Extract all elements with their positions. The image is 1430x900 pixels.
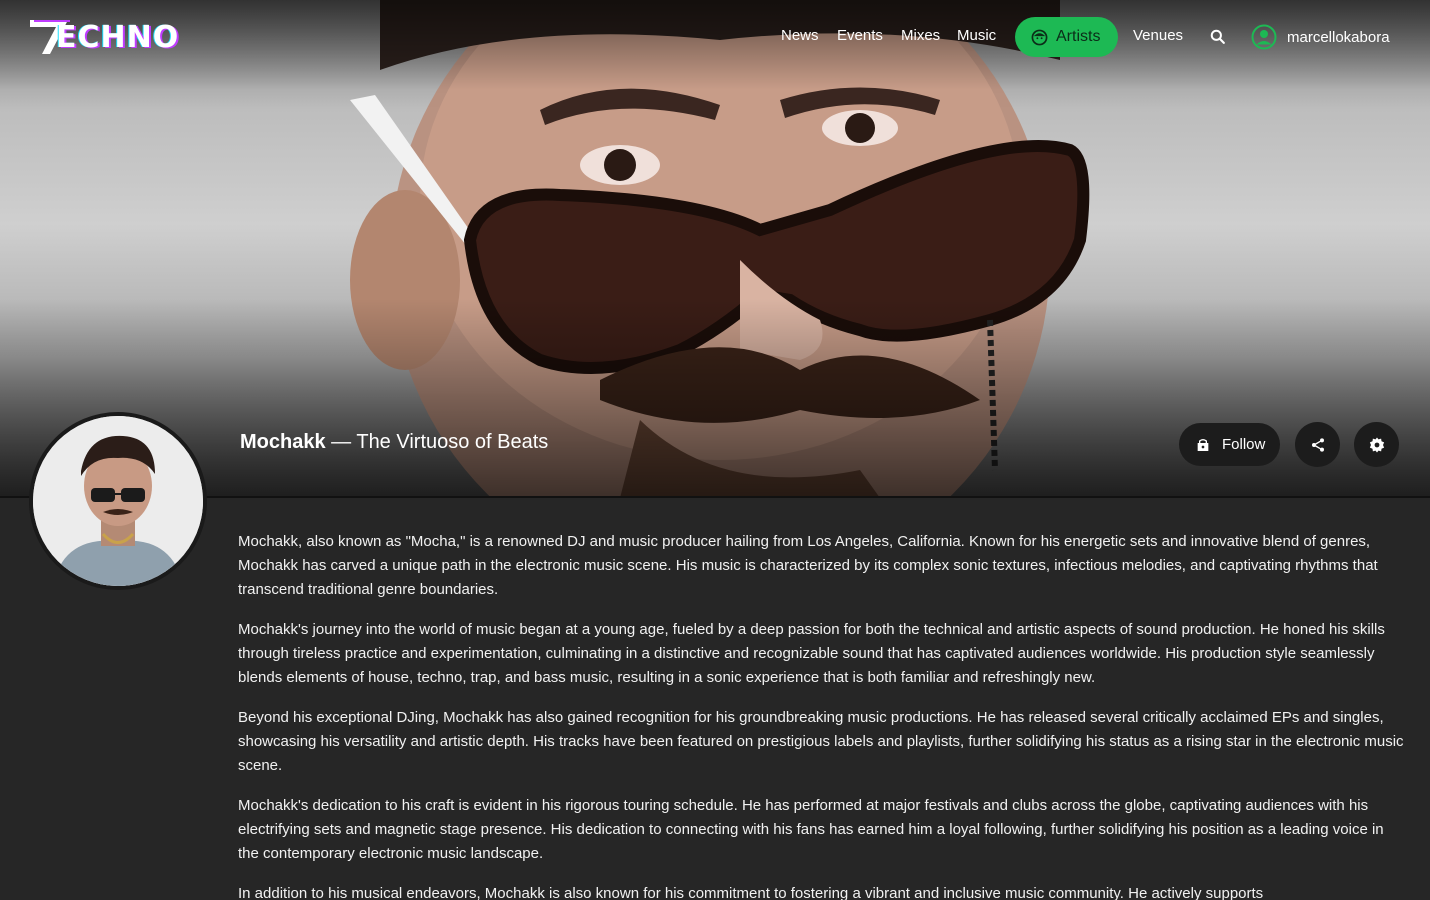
nav-mixes[interactable]: Mixes <box>901 27 940 44</box>
divider <box>0 496 1430 498</box>
user-menu[interactable]: marcellokabora <box>1251 23 1390 51</box>
face-icon <box>1031 29 1048 45</box>
search-icon <box>1210 29 1225 44</box>
bio-paragraph: Mochakk, also known as "Mocha," is a ren… <box>238 533 1378 598</box>
search-button[interactable] <box>1208 27 1228 47</box>
nav-music[interactable]: Music <box>957 27 996 44</box>
artist-avatar-photo <box>33 416 203 586</box>
artist-bio: Mochakk, also known as "Mocha," is a ren… <box>238 530 1408 900</box>
account-icon <box>1251 24 1277 50</box>
artist-tagline: — The Virtuoso of Beats <box>325 431 549 453</box>
bio-paragraph: Beyond his exceptional DJing, Mochakk ha… <box>238 709 1404 774</box>
follow-button[interactable]: Follow <box>1179 423 1280 466</box>
bio-paragraph: In addition to his musical endeavors, Mo… <box>238 885 1264 900</box>
artist-name: Mochakk <box>240 431 326 453</box>
nav-artists[interactable]: Artists <box>1015 17 1118 57</box>
share-icon <box>1311 437 1324 452</box>
artist-avatar <box>29 412 207 590</box>
nav-venues[interactable]: Venues <box>1133 27 1183 44</box>
share-button[interactable] <box>1295 422 1340 467</box>
artist-title: Mochakk — The Virtuoso of Beats <box>240 431 548 454</box>
follow-label: Follow <box>1222 436 1266 453</box>
bio-paragraph: Mochakk's dedication to his craft is evi… <box>238 797 1384 862</box>
nav-events[interactable]: Events <box>837 27 883 44</box>
username: marcellokabora <box>1287 28 1390 46</box>
gear-icon <box>1369 437 1384 452</box>
top-nav: News Events Mixes Music Artists Venues m… <box>0 17 1430 57</box>
nav-news[interactable]: News <box>781 27 819 44</box>
nav-artists-label: Artists <box>1056 28 1101 45</box>
bio-paragraph: Mochakk's journey into the world of musi… <box>238 621 1385 686</box>
settings-button[interactable] <box>1354 422 1399 467</box>
follow-icon <box>1197 438 1209 451</box>
